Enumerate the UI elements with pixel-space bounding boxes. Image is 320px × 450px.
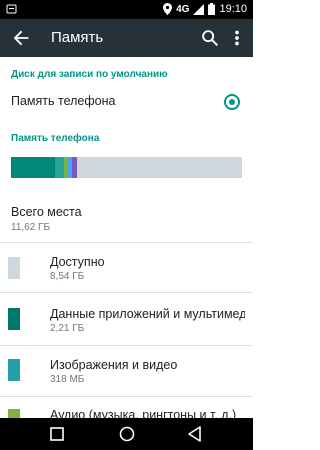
network-type: 4G [176, 3, 190, 15]
usage-segment-images [54, 157, 65, 178]
list-item-images[interactable]: Изображения и видео 318 МБ [0, 346, 253, 396]
signal-icon [193, 3, 205, 15]
images-title: Изображения и видео [50, 358, 178, 372]
default-disk-option[interactable]: Память телефона [0, 84, 253, 118]
available-color-swatch [8, 257, 20, 279]
list-item-available[interactable]: Доступно 8,54 ГБ [0, 243, 253, 292]
app-data-value: 2,21 ГБ [50, 323, 85, 334]
status-bar: 4G 19:10 [0, 0, 253, 19]
usage-segment-misc [72, 157, 77, 178]
home-icon[interactable] [117, 424, 137, 444]
app-data-color-swatch [8, 308, 20, 330]
location-icon [163, 3, 173, 15]
notification-icons [6, 3, 17, 18]
total-space-value: 11,62 ГБ [11, 222, 51, 233]
default-disk-option-label: Память телефона [11, 94, 116, 108]
recent-apps-icon[interactable] [47, 424, 67, 444]
list-item-audio[interactable]: Аудио (музыка, рингтоны и т. д.) [0, 397, 253, 418]
app-data-title: Данные приложений и мультимед... [50, 307, 245, 321]
images-value: 318 МБ [50, 374, 85, 385]
more-options-icon[interactable] [228, 27, 246, 49]
audio-color-swatch [8, 409, 20, 418]
default-disk-header: Диск для записи по умолчанию [11, 69, 168, 80]
app-bar: Память [0, 19, 253, 57]
clock: 19:10 [219, 3, 247, 15]
battery-icon [208, 3, 216, 15]
list-item-app-data[interactable]: Данные приложений и мультимед... 2,21 ГБ [0, 293, 253, 345]
audio-title: Аудио (музыка, рингтоны и т. д.) [50, 408, 237, 418]
notification-icon [6, 4, 17, 14]
usage-segment-apps [11, 157, 55, 178]
phone-storage-header: Память телефона [11, 133, 100, 144]
back-icon[interactable] [185, 424, 205, 444]
navigation-bar [0, 418, 253, 450]
available-title: Доступно [50, 255, 105, 269]
page-title: Память [51, 29, 104, 46]
default-disk-radio[interactable] [224, 94, 240, 110]
total-space-label: Всего места [11, 205, 82, 219]
storage-usage-bar [11, 157, 242, 178]
search-icon[interactable] [199, 27, 221, 49]
images-color-swatch [8, 359, 20, 381]
back-arrow-icon[interactable] [10, 27, 32, 49]
status-icons: 4G 19:10 [163, 3, 247, 15]
available-value: 8,54 ГБ [50, 271, 85, 282]
